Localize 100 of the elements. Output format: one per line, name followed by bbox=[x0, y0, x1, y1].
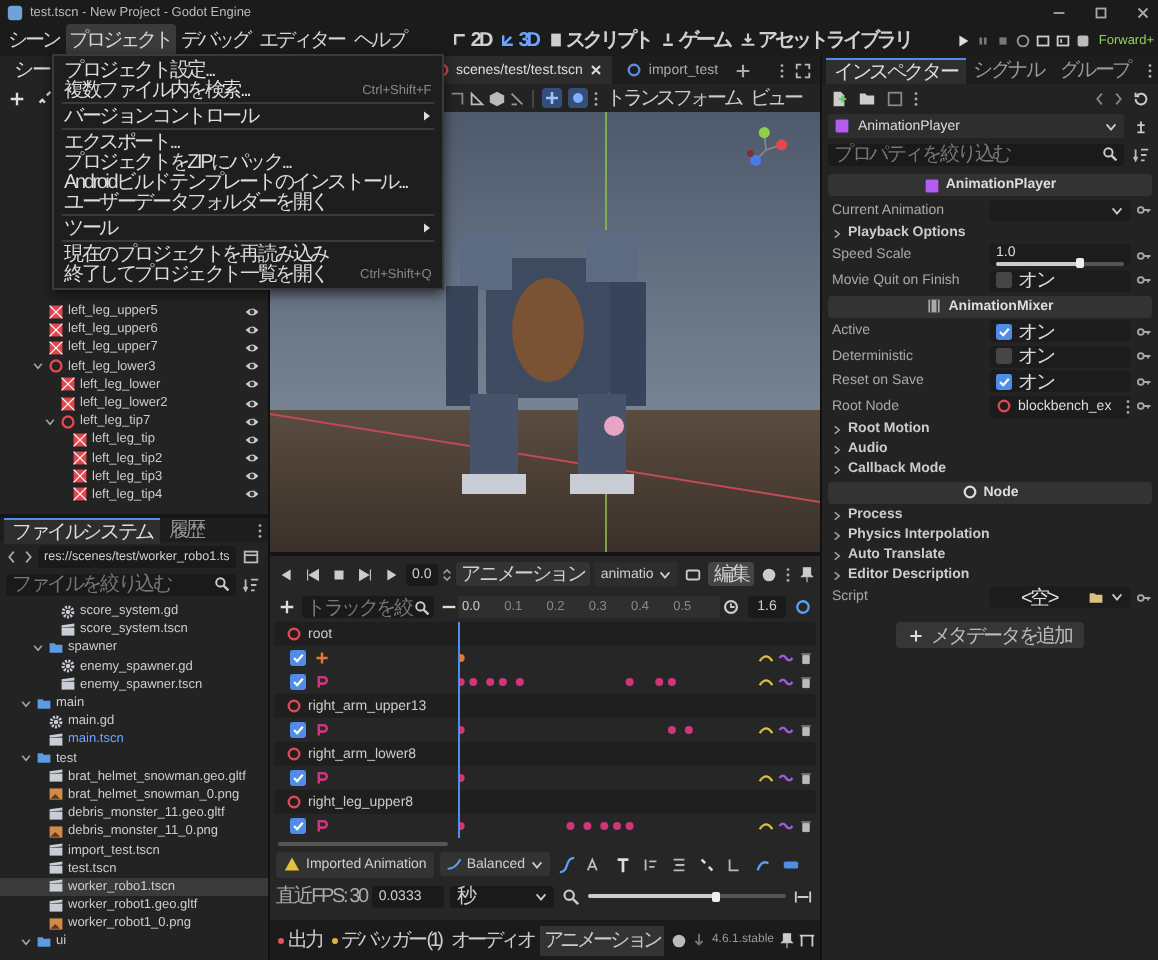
workspace-tab[interactable]: ゲーム bbox=[656, 26, 734, 54]
menu-entry[interactable]: エクスポート... bbox=[54, 132, 442, 152]
workspace-tab[interactable]: 2D bbox=[448, 29, 495, 51]
menu-entry[interactable]: ツール bbox=[54, 218, 442, 238]
property-checkbox[interactable]: オン bbox=[990, 345, 1130, 368]
more-icon[interactable] bbox=[1146, 61, 1154, 79]
loop-mode-icon[interactable] bbox=[778, 818, 794, 834]
trash-icon[interactable] bbox=[798, 770, 814, 786]
scrollbar-thumb[interactable] bbox=[278, 841, 448, 845]
track-checkbox[interactable] bbox=[290, 650, 306, 666]
dock-tab[interactable]: インスペクター bbox=[826, 57, 966, 83]
loop-icon[interactable] bbox=[794, 598, 812, 616]
track-checkbox[interactable] bbox=[290, 770, 306, 786]
menu-item[interactable]: プロジェクト bbox=[65, 24, 175, 56]
resource-picker[interactable]: <空> bbox=[990, 586, 1130, 609]
clock-icon[interactable] bbox=[722, 598, 740, 616]
remote-debug-icon[interactable] bbox=[1014, 31, 1033, 49]
onion-skin-icon[interactable] bbox=[760, 565, 779, 583]
menu-entry[interactable]: プロジェクトをZIPにパック... bbox=[54, 152, 442, 172]
close-icon[interactable] bbox=[1134, 3, 1152, 21]
bottom-panel-tab[interactable]: アニメーション bbox=[539, 925, 664, 955]
visibility-icon[interactable] bbox=[244, 376, 260, 393]
play-custom-icon[interactable] bbox=[1054, 31, 1073, 49]
bottom-panel-tab[interactable]: デバッガー (1) bbox=[327, 925, 445, 955]
save-icon[interactable] bbox=[886, 89, 904, 107]
track-checkbox[interactable] bbox=[290, 722, 306, 738]
pin-icon[interactable] bbox=[778, 931, 796, 949]
history-icon[interactable] bbox=[1132, 89, 1150, 107]
fullscreen-icon[interactable] bbox=[794, 61, 812, 79]
property-filter-field[interactable]: プロパティを絞り込む bbox=[828, 143, 1124, 165]
bottom-panel-tab[interactable]: オーディオ bbox=[446, 925, 538, 955]
dock-tab[interactable]: シグナル bbox=[965, 57, 1052, 83]
visibility-icon[interactable] bbox=[244, 339, 260, 356]
more-icon[interactable] bbox=[778, 61, 786, 79]
trash-icon[interactable] bbox=[798, 722, 814, 738]
align-icon[interactable] bbox=[641, 855, 660, 873]
spinner-icon[interactable] bbox=[441, 565, 452, 583]
checkbox[interactable] bbox=[996, 272, 1012, 289]
visibility-icon[interactable] bbox=[244, 303, 260, 320]
interpolation-icon[interactable] bbox=[758, 818, 774, 834]
more-icon[interactable] bbox=[1123, 397, 1132, 416]
property-checkbox[interactable]: オン bbox=[990, 320, 1130, 343]
autoplay-icon[interactable] bbox=[683, 565, 702, 583]
more-icon[interactable] bbox=[784, 565, 793, 583]
menu-item[interactable]: エディター bbox=[255, 24, 348, 56]
checkbox[interactable] bbox=[996, 348, 1012, 365]
menu-entry[interactable]: 現在のプロジェクトを再読み込み bbox=[54, 244, 442, 264]
split-view-icon[interactable] bbox=[242, 547, 260, 565]
file-filter-field[interactable]: ファイルを絞り込む bbox=[6, 573, 236, 595]
bezier-icon[interactable] bbox=[557, 855, 576, 873]
play-backwards-icon[interactable] bbox=[304, 565, 322, 583]
layout-icon[interactable] bbox=[798, 931, 816, 949]
dock-tab[interactable]: ファイルシステム bbox=[4, 518, 161, 543]
menu-item[interactable]: ヘルプ bbox=[350, 24, 409, 56]
bezier-handle-icon[interactable] bbox=[753, 855, 772, 873]
dock-tab[interactable]: 履歴 bbox=[160, 518, 213, 543]
list-icon[interactable] bbox=[669, 855, 688, 873]
dock-tab[interactable]: グループ bbox=[1051, 57, 1139, 83]
play-from-start-icon[interactable] bbox=[356, 565, 374, 583]
viewport-menu[interactable]: ビュー bbox=[746, 84, 805, 112]
menu-item[interactable]: シーン bbox=[4, 24, 63, 56]
back-icon[interactable] bbox=[1094, 89, 1106, 107]
text-icon[interactable] bbox=[613, 855, 632, 873]
forward-icon[interactable] bbox=[22, 547, 34, 565]
folder-icon[interactable] bbox=[858, 89, 876, 107]
add-metadata-button[interactable]: メタデータを追加 bbox=[896, 622, 1084, 648]
play-icon[interactable] bbox=[382, 565, 400, 583]
track-filter-field[interactable]: トラックを絞 bbox=[302, 596, 434, 618]
fit-icon[interactable] bbox=[794, 887, 812, 905]
workspace-tab[interactable]: アセットライブラリ bbox=[735, 26, 915, 54]
pin-icon[interactable] bbox=[798, 565, 817, 583]
play-scene-icon[interactable] bbox=[1034, 31, 1053, 49]
snap-mode-icon[interactable] bbox=[568, 88, 588, 108]
workspace-tab[interactable]: スクリプト bbox=[543, 26, 655, 54]
back-icon[interactable] bbox=[6, 547, 18, 565]
sort-icon[interactable] bbox=[1132, 145, 1150, 163]
menu-entry[interactable]: Androidビルドテンプレートのインストール... bbox=[54, 172, 442, 192]
more-icon[interactable] bbox=[592, 89, 600, 107]
new-resource-icon[interactable] bbox=[830, 89, 848, 107]
animation-menu-button[interactable]: アニメーション bbox=[455, 562, 591, 586]
workspace-tab[interactable]: 3D bbox=[496, 29, 542, 51]
sort-icon[interactable] bbox=[242, 575, 260, 593]
cube-icon[interactable] bbox=[488, 89, 506, 107]
link-icon[interactable] bbox=[36, 89, 54, 107]
viewport-menu[interactable]: トランスフォーム bbox=[602, 84, 745, 112]
add-icon[interactable] bbox=[8, 89, 26, 107]
maximize-icon[interactable] bbox=[1092, 3, 1110, 21]
visibility-icon[interactable] bbox=[244, 486, 260, 503]
trash-icon[interactable] bbox=[798, 818, 814, 834]
interpolation-icon[interactable] bbox=[758, 770, 774, 786]
ruler-icon[interactable] bbox=[468, 89, 486, 107]
checkbox[interactable] bbox=[996, 373, 1012, 390]
property-checkbox[interactable]: オン bbox=[990, 269, 1130, 292]
visibility-icon[interactable] bbox=[244, 321, 260, 338]
play-icon[interactable] bbox=[954, 31, 973, 49]
menu-entry[interactable]: ユーザーデータフォルダーを開く bbox=[54, 192, 442, 212]
edit-button[interactable]: 編集 bbox=[707, 562, 755, 586]
movie-icon[interactable] bbox=[1074, 31, 1093, 49]
visibility-icon[interactable] bbox=[244, 413, 260, 430]
forward-icon[interactable] bbox=[1112, 89, 1124, 107]
